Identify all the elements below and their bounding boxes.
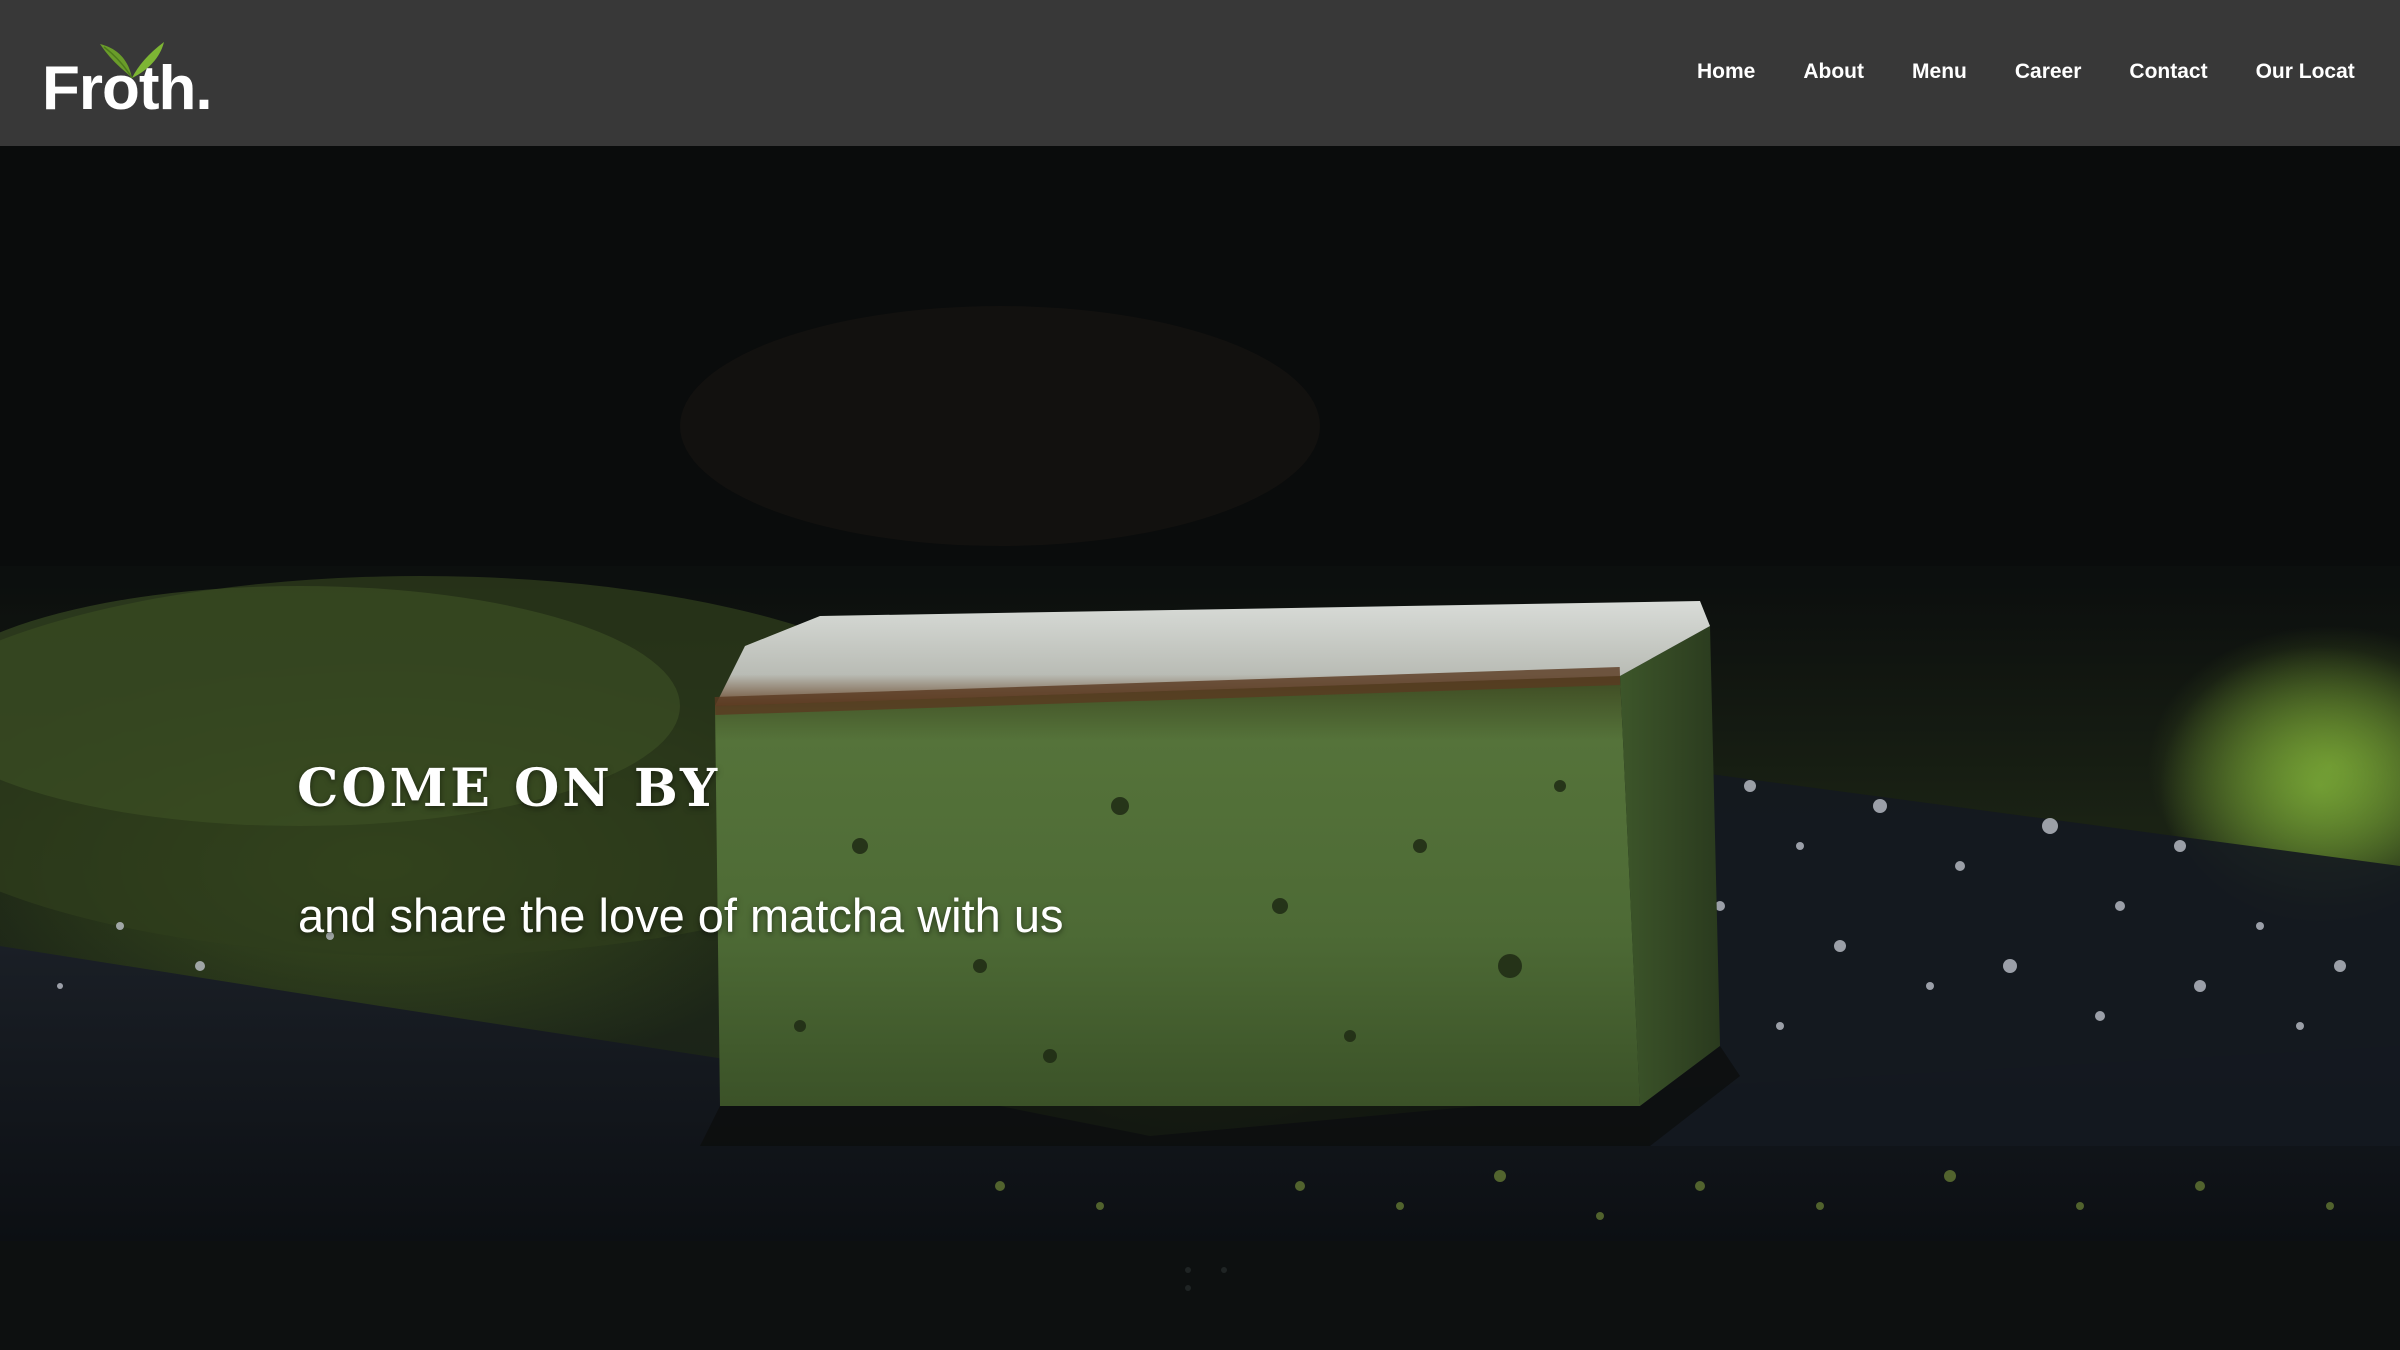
logo-text: Froth. xyxy=(42,54,213,123)
nav-item-menu[interactable]: Menu xyxy=(1912,58,1967,86)
hero-subtitle: and share the love of matcha with us xyxy=(298,889,1064,942)
carousel-dot[interactable] xyxy=(1185,1285,1191,1291)
nav-item-our-location[interactable]: Our Locat xyxy=(2256,58,2355,86)
page: Froth. Home About Menu Career Contact Our Loc… xyxy=(0,0,2400,1350)
carousel-dots xyxy=(1185,1260,1285,1291)
nav-item-contact[interactable]: Contact xyxy=(2129,58,2207,86)
hero-title: COME ON BY xyxy=(297,758,721,819)
nav-item-home[interactable]: Home xyxy=(1697,58,1755,86)
site-header: Froth. Home About Menu Career Contact Our Loc… xyxy=(0,0,2400,146)
logo-link[interactable]: Froth. xyxy=(42,40,222,120)
nav-item-career[interactable]: Career xyxy=(2015,58,2082,86)
matcha-brownie-photo xyxy=(0,146,2400,1241)
hero-section: COME ON BY and share the love of matcha … xyxy=(0,146,2400,1241)
carousel-dot[interactable] xyxy=(1221,1267,1227,1273)
main-nav: Home About Menu Career Contact Our Locat xyxy=(1697,58,2400,86)
lower-band xyxy=(0,1241,2400,1350)
nav-item-about[interactable]: About xyxy=(1803,58,1864,86)
carousel-dot[interactable] xyxy=(1185,1267,1191,1273)
